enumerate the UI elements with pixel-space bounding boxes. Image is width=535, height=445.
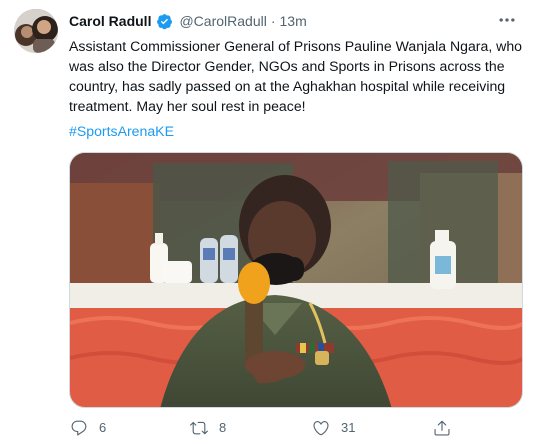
tweet-card[interactable]: Carol Radull @CarolRadull · 13m Assistan… [0, 0, 535, 445]
tweet-photo[interactable] [69, 152, 523, 408]
tweet-time[interactable]: 13m [280, 12, 307, 30]
hashtag-link[interactable]: #SportsArenaKE [69, 121, 174, 141]
more-options-button[interactable] [495, 10, 519, 34]
share-button[interactable] [433, 417, 451, 439]
reply-button[interactable]: 6 [70, 417, 106, 439]
like-button[interactable]: 31 [312, 417, 355, 439]
like-count: 31 [341, 420, 356, 435]
user-handle[interactable]: @CarolRadull [179, 12, 266, 30]
timestamp-separator: · [270, 13, 276, 29]
tweet-text: Assistant Commissioner General of Prison… [69, 38, 523, 114]
reply-icon [70, 419, 88, 437]
share-icon [433, 419, 451, 437]
reply-count: 6 [99, 420, 107, 435]
more-icon [497, 10, 517, 35]
profile-avatar[interactable] [14, 9, 58, 53]
display-name[interactable]: Carol Radull [69, 12, 151, 30]
heart-icon [312, 419, 330, 437]
retweet-icon [190, 419, 208, 437]
retweet-button[interactable]: 8 [190, 417, 226, 439]
verified-badge-icon [156, 13, 173, 30]
tweet-actions: 6 8 31 [66, 417, 522, 439]
retweet-count: 8 [219, 420, 227, 435]
tweet-header: Carol Radull @CarolRadull · 13m [69, 12, 307, 30]
